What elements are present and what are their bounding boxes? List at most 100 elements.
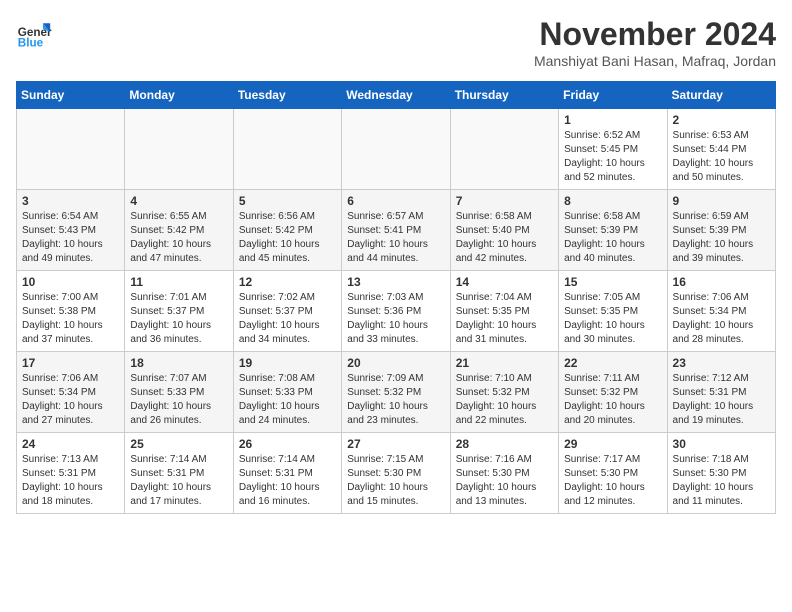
calendar-cell-4-2: 26 Sunrise: 7:14 AM Sunset: 5:31 PM Dayli… — [233, 433, 341, 514]
calendar-cell-2-3: 13Sunrise: 7:03 AM Sunset: 5:36 PM Dayli… — [342, 271, 450, 352]
calendar-cell-3-0: 17 Sunrise: 7:06 AM Sunset: 5:34 PM Dayli… — [17, 352, 125, 433]
day-info: Sunrise: 7:13 AM Sunset: 5:31 PM Dayligh… — [22, 453, 119, 509]
day-info: Sunrise: 7:17 AM Sunset: 5:30 PM Dayligh… — [564, 453, 661, 509]
day-number: 30 — [673, 437, 770, 451]
calendar-cell-1-2: 5Sunrise: 6:56 AM Sunset: 5:42 PM Daylig… — [233, 190, 341, 271]
day-number: 9 — [673, 194, 770, 208]
calendar-cell-3-4: 21 Sunrise: 7:10 AM Sunset: 5:32 PM Dayli… — [450, 352, 558, 433]
calendar-cell-0-4 — [450, 109, 558, 190]
day-info: Sunrise: 6:53 AM Sunset: 5:44 PM Dayligh… — [673, 129, 770, 185]
calendar-cell-0-3 — [342, 109, 450, 190]
calendar-cell-0-2 — [233, 109, 341, 190]
calendar-cell-3-3: 20 Sunrise: 7:09 AM Sunset: 5:32 PM Dayli… — [342, 352, 450, 433]
calendar-cell-1-5: 8 Sunrise: 6:58 AM Sunset: 5:39 PM Daylig… — [559, 190, 667, 271]
day-info: Sunrise: 6:58 AM Sunset: 5:39 PM Dayligh… — [564, 210, 661, 266]
logo: General Blue — [16, 16, 52, 52]
day-number: 3 — [22, 194, 119, 208]
day-number: 4 — [130, 194, 227, 208]
title-block: November 2024 Manshiyat Bani Hasan, Mafr… — [534, 16, 776, 69]
day-info: Sunrise: 6:59 AM Sunset: 5:39 PM Dayligh… — [673, 210, 770, 266]
calendar-cell-3-6: 23Sunrise: 7:12 AM Sunset: 5:31 PM Dayli… — [667, 352, 775, 433]
calendar-cell-0-5: 1Sunrise: 6:52 AM Sunset: 5:45 PM Daylig… — [559, 109, 667, 190]
calendar-cell-2-6: 16 Sunrise: 7:06 AM Sunset: 5:34 PM Dayli… — [667, 271, 775, 352]
day-info: Sunrise: 7:06 AM Sunset: 5:34 PM Dayligh… — [673, 291, 770, 347]
calendar-cell-4-6: 30 Sunrise: 7:18 AM Sunset: 5:30 PM Dayli… — [667, 433, 775, 514]
day-number: 19 — [239, 356, 336, 370]
calendar-cell-1-4: 7 Sunrise: 6:58 AM Sunset: 5:40 PM Daylig… — [450, 190, 558, 271]
day-number: 27 — [347, 437, 444, 451]
day-info: Sunrise: 6:58 AM Sunset: 5:40 PM Dayligh… — [456, 210, 553, 266]
calendar-cell-1-3: 6 Sunrise: 6:57 AM Sunset: 5:41 PM Daylig… — [342, 190, 450, 271]
calendar-header: SundayMondayTuesdayWednesdayThursdayFrid… — [17, 82, 776, 109]
day-number: 15 — [564, 275, 661, 289]
weekday-tuesday: Tuesday — [233, 82, 341, 109]
day-info: Sunrise: 7:11 AM Sunset: 5:32 PM Dayligh… — [564, 372, 661, 428]
weekday-friday: Friday — [559, 82, 667, 109]
day-number: 14 — [456, 275, 553, 289]
weekday-header-row: SundayMondayTuesdayWednesdayThursdayFrid… — [17, 82, 776, 109]
day-info: Sunrise: 7:08 AM Sunset: 5:33 PM Dayligh… — [239, 372, 336, 428]
weekday-wednesday: Wednesday — [342, 82, 450, 109]
calendar-cell-3-1: 18Sunrise: 7:07 AM Sunset: 5:33 PM Dayli… — [125, 352, 233, 433]
day-number: 13 — [347, 275, 444, 289]
calendar-cell-4-3: 27 Sunrise: 7:15 AM Sunset: 5:30 PM Dayli… — [342, 433, 450, 514]
day-info: Sunrise: 7:14 AM Sunset: 5:31 PM Dayligh… — [239, 453, 336, 509]
calendar-cell-1-0: 3 Sunrise: 6:54 AM Sunset: 5:43 PM Daylig… — [17, 190, 125, 271]
day-info: Sunrise: 7:15 AM Sunset: 5:30 PM Dayligh… — [347, 453, 444, 509]
day-number: 22 — [564, 356, 661, 370]
day-number: 26 — [239, 437, 336, 451]
day-info: Sunrise: 7:07 AM Sunset: 5:33 PM Dayligh… — [130, 372, 227, 428]
calendar-cell-3-2: 19 Sunrise: 7:08 AM Sunset: 5:33 PM Dayli… — [233, 352, 341, 433]
page-header: General Blue November 2024 Manshiyat Ban… — [16, 16, 776, 69]
calendar-cell-2-5: 15 Sunrise: 7:05 AM Sunset: 5:35 PM Dayli… — [559, 271, 667, 352]
calendar-cell-4-1: 25Sunrise: 7:14 AM Sunset: 5:31 PM Dayli… — [125, 433, 233, 514]
calendar-cell-0-1 — [125, 109, 233, 190]
day-number: 10 — [22, 275, 119, 289]
day-number: 11 — [130, 275, 227, 289]
day-info: Sunrise: 7:06 AM Sunset: 5:34 PM Dayligh… — [22, 372, 119, 428]
day-number: 25 — [130, 437, 227, 451]
calendar-table: SundayMondayTuesdayWednesdayThursdayFrid… — [16, 81, 776, 514]
day-number: 24 — [22, 437, 119, 451]
calendar-cell-0-0 — [17, 109, 125, 190]
calendar-week-3: 17 Sunrise: 7:06 AM Sunset: 5:34 PM Dayli… — [17, 352, 776, 433]
calendar-cell-4-0: 24 Sunrise: 7:13 AM Sunset: 5:31 PM Dayli… — [17, 433, 125, 514]
calendar-cell-2-2: 12Sunrise: 7:02 AM Sunset: 5:37 PM Dayli… — [233, 271, 341, 352]
day-info: Sunrise: 7:09 AM Sunset: 5:32 PM Dayligh… — [347, 372, 444, 428]
day-info: Sunrise: 7:01 AM Sunset: 5:37 PM Dayligh… — [130, 291, 227, 347]
day-info: Sunrise: 6:55 AM Sunset: 5:42 PM Dayligh… — [130, 210, 227, 266]
calendar-cell-4-4: 28Sunrise: 7:16 AM Sunset: 5:30 PM Dayli… — [450, 433, 558, 514]
logo-icon: General Blue — [16, 16, 52, 52]
day-number: 20 — [347, 356, 444, 370]
weekday-sunday: Sunday — [17, 82, 125, 109]
calendar-cell-4-5: 29Sunrise: 7:17 AM Sunset: 5:30 PM Dayli… — [559, 433, 667, 514]
calendar-cell-2-1: 11 Sunrise: 7:01 AM Sunset: 5:37 PM Dayli… — [125, 271, 233, 352]
day-info: Sunrise: 7:18 AM Sunset: 5:30 PM Dayligh… — [673, 453, 770, 509]
calendar-week-1: 3 Sunrise: 6:54 AM Sunset: 5:43 PM Daylig… — [17, 190, 776, 271]
day-info: Sunrise: 7:00 AM Sunset: 5:38 PM Dayligh… — [22, 291, 119, 347]
month-title: November 2024 — [534, 16, 776, 53]
day-info: Sunrise: 7:04 AM Sunset: 5:35 PM Dayligh… — [456, 291, 553, 347]
calendar-cell-2-0: 10 Sunrise: 7:00 AM Sunset: 5:38 PM Dayli… — [17, 271, 125, 352]
weekday-thursday: Thursday — [450, 82, 558, 109]
day-info: Sunrise: 6:56 AM Sunset: 5:42 PM Dayligh… — [239, 210, 336, 266]
day-info: Sunrise: 6:52 AM Sunset: 5:45 PM Dayligh… — [564, 129, 661, 185]
day-number: 6 — [347, 194, 444, 208]
calendar-week-4: 24 Sunrise: 7:13 AM Sunset: 5:31 PM Dayli… — [17, 433, 776, 514]
calendar-cell-1-1: 4 Sunrise: 6:55 AM Sunset: 5:42 PM Daylig… — [125, 190, 233, 271]
day-number: 16 — [673, 275, 770, 289]
day-info: Sunrise: 7:02 AM Sunset: 5:37 PM Dayligh… — [239, 291, 336, 347]
calendar-week-2: 10 Sunrise: 7:00 AM Sunset: 5:38 PM Dayli… — [17, 271, 776, 352]
calendar-cell-3-5: 22 Sunrise: 7:11 AM Sunset: 5:32 PM Dayli… — [559, 352, 667, 433]
svg-text:Blue: Blue — [18, 37, 44, 50]
location-title: Manshiyat Bani Hasan, Mafraq, Jordan — [534, 53, 776, 69]
day-number: 17 — [22, 356, 119, 370]
day-number: 8 — [564, 194, 661, 208]
day-info: Sunrise: 6:54 AM Sunset: 5:43 PM Dayligh… — [22, 210, 119, 266]
day-info: Sunrise: 6:57 AM Sunset: 5:41 PM Dayligh… — [347, 210, 444, 266]
day-number: 21 — [456, 356, 553, 370]
day-info: Sunrise: 7:05 AM Sunset: 5:35 PM Dayligh… — [564, 291, 661, 347]
day-number: 7 — [456, 194, 553, 208]
calendar-body: 1Sunrise: 6:52 AM Sunset: 5:45 PM Daylig… — [17, 109, 776, 514]
day-info: Sunrise: 7:10 AM Sunset: 5:32 PM Dayligh… — [456, 372, 553, 428]
